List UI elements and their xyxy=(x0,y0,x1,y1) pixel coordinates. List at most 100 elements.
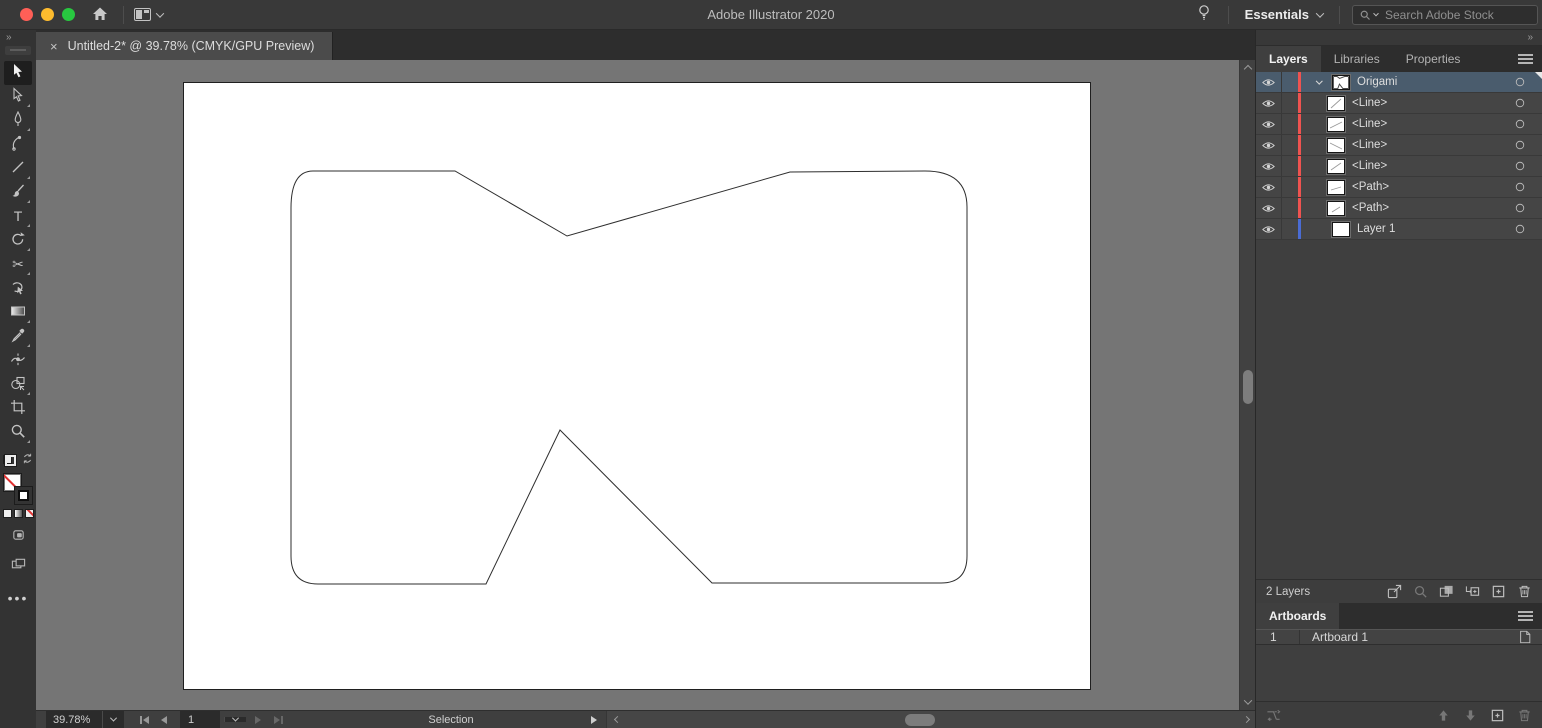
status-menu-button[interactable] xyxy=(582,711,606,728)
move-up-icon[interactable] xyxy=(1436,708,1451,723)
visibility-toggle-eye-icon[interactable] xyxy=(1256,114,1282,134)
document-tab[interactable]: × Untitled-2* @ 39.78% (CMYK/GPU Preview… xyxy=(36,32,334,60)
layer-row[interactable]: Origami xyxy=(1256,72,1542,93)
toolbar-grip[interactable] xyxy=(5,46,31,55)
discover-bulb-icon[interactable] xyxy=(1196,4,1218,26)
first-artboard-button[interactable] xyxy=(136,711,152,728)
visibility-toggle-eye-icon[interactable] xyxy=(1256,198,1282,218)
artwork-shape[interactable] xyxy=(184,83,1090,689)
layer-row[interactable]: <Path> xyxy=(1256,198,1542,219)
artboard-badge-icon[interactable] xyxy=(1518,630,1532,644)
selection-tool[interactable] xyxy=(4,61,32,85)
expand-tools-icon[interactable]: » xyxy=(6,32,13,43)
horizontal-scroll-thumb[interactable] xyxy=(905,714,936,726)
visibility-toggle-eye-icon[interactable] xyxy=(1256,177,1282,197)
layer-target-icon[interactable] xyxy=(1514,219,1526,239)
collapse-panels-icon[interactable]: » xyxy=(1527,32,1534,43)
delete-layer-icon[interactable] xyxy=(1517,584,1532,599)
next-artboard-button[interactable] xyxy=(250,711,266,728)
layer-target-icon[interactable] xyxy=(1514,156,1526,176)
layer-thumbnail[interactable] xyxy=(1327,95,1345,111)
gradient-button[interactable] xyxy=(13,509,23,518)
layer-row[interactable]: <Path> xyxy=(1256,177,1542,198)
layer-thumbnail[interactable] xyxy=(1327,200,1345,216)
home-icon[interactable] xyxy=(91,6,113,24)
zoom-tool[interactable] xyxy=(4,421,32,445)
panel-menu-icon[interactable] xyxy=(1518,52,1533,66)
panel-menu-icon[interactable] xyxy=(1518,609,1533,623)
new-artboard-icon[interactable] xyxy=(1490,708,1505,723)
layer-row[interactable]: <Line> xyxy=(1256,93,1542,114)
scissors-tool[interactable]: ✂ xyxy=(4,253,32,277)
layer-target-icon[interactable] xyxy=(1514,114,1526,134)
default-fill-stroke-icon[interactable] xyxy=(3,453,17,467)
scroll-left-icon[interactable] xyxy=(613,715,622,724)
pen-tool[interactable] xyxy=(4,109,32,133)
layer-thumbnail[interactable] xyxy=(1332,221,1350,237)
tab-properties[interactable]: Properties xyxy=(1393,46,1474,72)
direct-selection-tool[interactable] xyxy=(4,85,32,109)
close-window-button[interactable] xyxy=(20,8,33,21)
rotate-view-tool[interactable] xyxy=(4,277,32,301)
line-segment-tool[interactable] xyxy=(4,157,32,181)
screen-mode-icon[interactable] xyxy=(11,557,26,576)
workspace-switcher[interactable]: Essentials xyxy=(1239,7,1329,22)
expand-chevron-icon[interactable] xyxy=(1310,77,1328,85)
layer-target-icon[interactable] xyxy=(1514,135,1526,155)
vertical-scrollbar[interactable] xyxy=(1239,60,1255,710)
layer-thumbnail[interactable] xyxy=(1332,74,1350,90)
new-layer-icon[interactable] xyxy=(1491,584,1506,599)
layer-row[interactable]: <Line> xyxy=(1256,114,1542,135)
zoom-level-field[interactable]: 39.78% xyxy=(46,711,102,728)
layer-target-icon[interactable] xyxy=(1514,72,1526,92)
visibility-toggle-eye-icon[interactable] xyxy=(1256,93,1282,113)
swap-fill-stroke-icon[interactable] xyxy=(22,451,33,469)
zoom-dropdown-button[interactable] xyxy=(102,711,124,728)
layer-thumbnail[interactable] xyxy=(1327,179,1345,195)
type-tool[interactable]: T xyxy=(4,205,32,229)
minimize-window-button[interactable] xyxy=(41,8,54,21)
edit-toolbar-icon[interactable]: ••• xyxy=(8,590,29,606)
artboard-dropdown-button[interactable] xyxy=(224,714,246,722)
gradient-tool[interactable] xyxy=(4,301,32,325)
locate-object-icon[interactable] xyxy=(1413,584,1428,599)
scroll-down-icon[interactable] xyxy=(1243,696,1252,705)
visibility-toggle-eye-icon[interactable] xyxy=(1256,156,1282,176)
last-artboard-button[interactable] xyxy=(270,711,286,728)
new-sublayer-icon[interactable] xyxy=(1465,584,1480,599)
collect-for-export-icon[interactable] xyxy=(1387,584,1402,599)
layer-target-icon[interactable] xyxy=(1514,198,1526,218)
paintbrush-tool[interactable] xyxy=(4,181,32,205)
artboard[interactable] xyxy=(184,83,1090,689)
vertical-scroll-thumb[interactable] xyxy=(1243,370,1253,404)
layer-thumbnail[interactable] xyxy=(1327,158,1345,174)
horizontal-scrollbar[interactable] xyxy=(606,711,1255,728)
shape-builder-tool[interactable] xyxy=(4,373,32,397)
move-down-icon[interactable] xyxy=(1463,708,1478,723)
tab-libraries[interactable]: Libraries xyxy=(1321,46,1393,72)
artboard-number-field[interactable]: 1 xyxy=(180,711,220,728)
layer-thumbnail[interactable] xyxy=(1327,137,1345,153)
layer-target-icon[interactable] xyxy=(1514,93,1526,113)
close-tab-icon[interactable]: × xyxy=(50,39,58,54)
stock-search-field[interactable] xyxy=(1352,4,1538,25)
tab-artboards[interactable]: Artboards xyxy=(1256,603,1340,629)
puppet-warp-tool[interactable] xyxy=(4,349,32,373)
arrange-documents-button[interactable] xyxy=(134,8,165,21)
layer-row[interactable]: <Line> xyxy=(1256,135,1542,156)
previous-artboard-button[interactable] xyxy=(156,711,172,728)
none-button[interactable] xyxy=(24,509,34,518)
drawing-modes-icon[interactable] xyxy=(11,528,26,547)
visibility-toggle-eye-icon[interactable] xyxy=(1256,135,1282,155)
scroll-right-icon[interactable] xyxy=(1242,715,1251,724)
delete-artboard-icon[interactable] xyxy=(1517,708,1532,723)
search-input[interactable] xyxy=(1385,7,1515,22)
tab-layers[interactable]: Layers xyxy=(1256,46,1321,72)
stroke-swatch[interactable] xyxy=(14,486,33,505)
artboard-tool[interactable] xyxy=(4,397,32,421)
eyedropper-tool[interactable] xyxy=(4,325,32,349)
make-clipping-mask-icon[interactable] xyxy=(1439,584,1454,599)
layer-target-icon[interactable] xyxy=(1514,177,1526,197)
layer-row[interactable]: Layer 1 xyxy=(1256,219,1542,240)
scroll-up-icon[interactable] xyxy=(1243,64,1252,74)
